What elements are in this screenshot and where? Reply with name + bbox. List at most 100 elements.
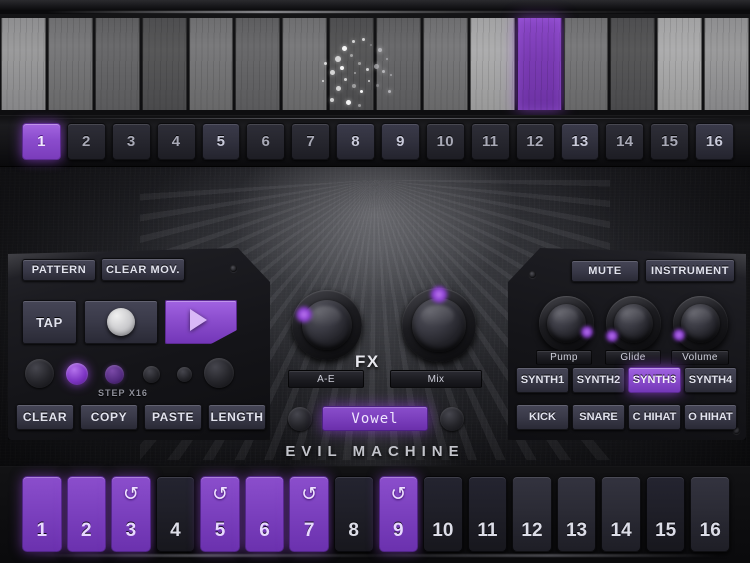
step-button-15[interactable]: 15 (645, 476, 686, 552)
step-button-11[interactable]: 11 (467, 476, 508, 552)
keyboard-key-14[interactable] (610, 18, 656, 110)
pattern-button-label: 14 (616, 133, 634, 150)
clear-button[interactable]: CLEAR (16, 404, 74, 430)
fx-preset-display[interactable]: Vowel (322, 406, 428, 431)
instrument-button-o-hihat[interactable]: O HIHAT (684, 404, 737, 430)
step-button-6[interactable]: 6 (244, 476, 285, 552)
volume-knob[interactable] (671, 296, 728, 351)
keyboard-key-5[interactable] (188, 18, 234, 110)
paste-button[interactable]: PASTE (144, 404, 202, 430)
instrument-button-synth3[interactable]: SYNTH3 (628, 367, 681, 393)
instrument-button-synth4[interactable]: SYNTH4 (684, 367, 737, 393)
instrument-button-label: KICK (529, 411, 556, 423)
keyboard-key-16[interactable] (704, 18, 749, 110)
record-button[interactable] (84, 300, 158, 344)
step-button-8[interactable]: 8 (333, 476, 374, 552)
pattern-button-label: 5 (216, 133, 226, 150)
step-button-5[interactable]: ↺ 5 (200, 476, 240, 552)
keyboard-key-9[interactable] (376, 18, 421, 110)
step-button-2[interactable]: 2 (66, 476, 107, 552)
step-button-label: 4 (170, 520, 181, 541)
keyboard-keys[interactable] (0, 18, 750, 110)
instrument-button-kick[interactable]: KICK (516, 404, 569, 430)
pattern-button-11[interactable]: 11 (470, 123, 510, 160)
keyboard-key-4[interactable] (141, 18, 187, 110)
pattern-button-7[interactable]: 7 (291, 123, 331, 160)
pump-knob-label: Pump (536, 350, 592, 365)
pattern-button-12[interactable]: 12 (515, 123, 555, 160)
pattern-button-8[interactable]: 8 (336, 123, 375, 160)
fx-knob-a-e-indicator (294, 305, 313, 324)
pattern-button-9[interactable]: 9 (381, 123, 420, 160)
pattern-button-3[interactable]: 3 (111, 123, 151, 160)
keyboard-key-10[interactable] (422, 18, 468, 110)
pattern-button-label: 13 (571, 133, 589, 150)
keyboard-key-3[interactable] (94, 18, 140, 110)
step-button-3[interactable]: ↺ 3 (111, 476, 151, 552)
keyboard-key-11[interactable] (469, 18, 515, 110)
step-led-2[interactable] (66, 363, 88, 385)
step-led-4[interactable] (143, 366, 160, 383)
keyboard-key-1[interactable] (1, 18, 46, 110)
step-button-1[interactable]: 1 (22, 476, 62, 552)
pattern-button-4[interactable]: 4 (156, 123, 196, 160)
tap-button[interactable]: TAP (22, 300, 77, 344)
length-button[interactable]: LENGTH (208, 404, 266, 430)
glide-knob-label: Glide (605, 350, 661, 365)
step-button-4[interactable]: 4 (155, 476, 196, 552)
pattern-button-14[interactable]: 14 (605, 123, 645, 160)
step-button-7[interactable]: ↺ 7 (289, 476, 329, 552)
pattern-button-16[interactable]: 16 (695, 123, 734, 160)
pattern-button-label: 3 (126, 133, 136, 150)
pattern-button-2[interactable]: 2 (66, 123, 106, 160)
pattern-button-13[interactable]: 13 (560, 123, 600, 160)
step-x16-label: STEP X16 (98, 388, 148, 398)
instrument-button-label: O HIHAT (688, 411, 733, 423)
instrument-button-c-hihat[interactable]: C HIHAT (628, 404, 681, 430)
pattern-button-10[interactable]: 10 (425, 123, 465, 160)
copy-button[interactable]: COPY (80, 404, 138, 430)
fx-knob-a-e[interactable] (292, 290, 362, 360)
step-led-1[interactable] (25, 359, 54, 388)
keyboard-strip[interactable] (0, 0, 750, 115)
pattern-button-15[interactable]: 15 (650, 123, 690, 160)
instrument-button-synth1[interactable]: SYNTH1 (516, 367, 569, 393)
step-button-10[interactable]: 10 (423, 476, 463, 552)
pattern-button-1[interactable]: 1 (22, 123, 61, 160)
glide-knob[interactable] (604, 296, 661, 351)
step-led-3[interactable] (105, 365, 124, 384)
fx-prev-button[interactable] (288, 407, 312, 431)
step-led-6[interactable] (204, 358, 234, 388)
step-button-label: 2 (81, 520, 92, 541)
step-button-9[interactable]: ↺ 9 (378, 476, 419, 552)
keyboard-key-2[interactable] (47, 18, 93, 110)
keyboard-key-6[interactable] (235, 18, 281, 110)
instrument-button-synth2[interactable]: SYNTH2 (572, 367, 625, 393)
step-button-group[interactable]: 1 2 ↺ 3 4 ↺ 5 6 ↺ 7 8 ↺ 9 10 11 12 13 14 15 16 (22, 476, 730, 552)
clear-mov-button[interactable]: CLEAR MOV. (101, 258, 185, 281)
step-led-5[interactable] (177, 367, 192, 382)
mute-button[interactable]: MUTE (571, 260, 639, 282)
keyboard-key-13[interactable] (563, 18, 609, 110)
instrument-button[interactable]: INSTRUMENT (645, 259, 735, 282)
pattern-button-6[interactable]: 6 (246, 123, 286, 160)
pattern-button[interactable]: PATTERN (22, 259, 96, 281)
pattern-button-group[interactable]: 1 2 3 4 5 6 7 8 9 10 11 12 13 14 15 16 (22, 123, 734, 160)
instrument-button-label: SYNTH4 (688, 374, 733, 386)
step-button-13[interactable]: 13 (556, 476, 597, 552)
keyboard-key-8[interactable] (329, 18, 374, 110)
fx-knob-a-e-label: A-E (288, 370, 364, 388)
keyboard-key-7[interactable] (282, 18, 328, 110)
fx-next-button[interactable] (440, 407, 464, 431)
pump-knob[interactable] (539, 296, 594, 351)
pattern-button-5[interactable]: 5 (201, 123, 241, 160)
instrument-button-snare[interactable]: SNARE (572, 404, 625, 430)
step-button-14[interactable]: 14 (601, 476, 641, 552)
keyboard-key-15[interactable] (657, 18, 703, 110)
keyboard-key-12[interactable] (516, 18, 562, 110)
step-button-12[interactable]: 12 (512, 476, 552, 552)
step-button-label: 15 (655, 520, 677, 541)
step-button-label: 7 (303, 520, 315, 541)
step-button-16[interactable]: 16 (690, 476, 730, 552)
fx-knob-mix[interactable] (402, 285, 476, 362)
